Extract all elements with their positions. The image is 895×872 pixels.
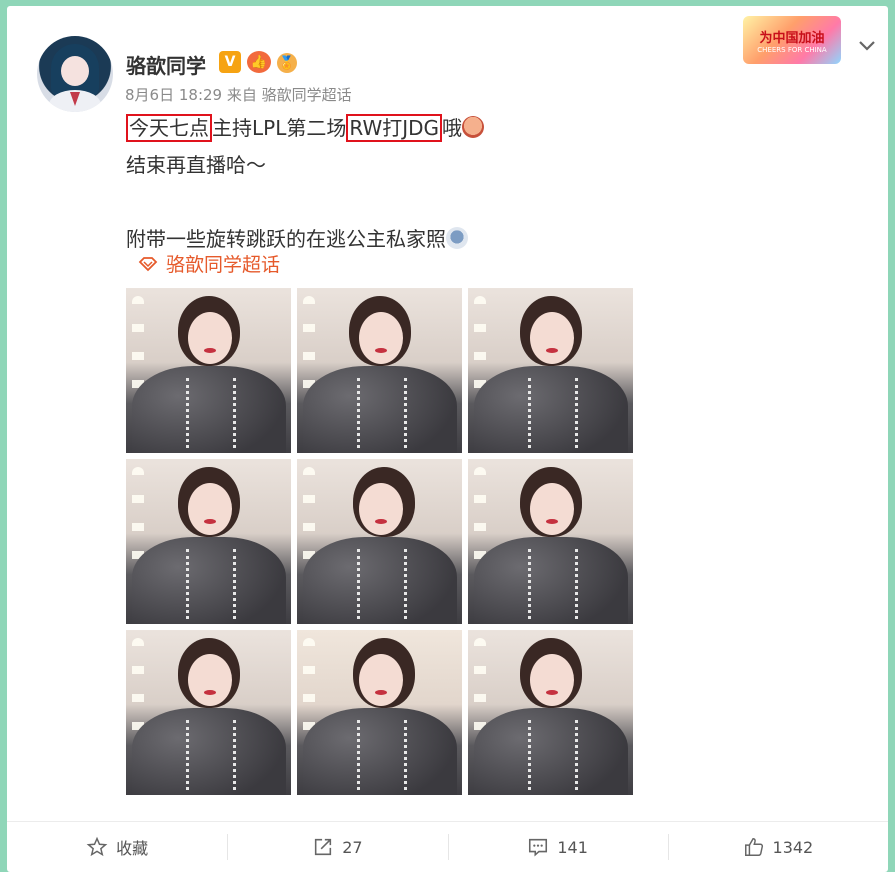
event-badge[interactable]: 为中国加油 CHEERS FOR CHINA — [743, 16, 841, 64]
repost-button[interactable]: 27 — [227, 822, 447, 872]
shy-emoji-icon — [462, 116, 485, 138]
rank-badge-icon[interactable]: 👍 — [247, 51, 271, 73]
diamond-topic-icon — [138, 256, 158, 271]
medal-badge-icon[interactable]: 🏅 — [277, 53, 297, 73]
photo-7[interactable] — [126, 630, 291, 795]
repost-icon — [315, 838, 332, 856]
post-text: 今天七点 主持LPL第二场 RW打JDG 哦 结束再直播哈～ 附带一些旋转跳跃的在逃公… — [126, 110, 485, 258]
photo-2[interactable] — [297, 288, 462, 453]
post-text-segment: 主持LPL第二场 — [212, 116, 347, 140]
post-line-2: 结束再直播哈～ — [126, 153, 266, 177]
comment-button[interactable]: 141 — [447, 822, 668, 872]
comment-icon — [529, 838, 548, 857]
photo-4[interactable] — [126, 459, 291, 624]
robot-emoji-icon — [446, 227, 468, 249]
post-source[interactable]: 来自 骆歆同学超话 — [227, 86, 352, 104]
star-icon — [86, 836, 108, 857]
topic-link[interactable]: 骆歆同学超话 — [138, 250, 280, 277]
post-line-1: 今天七点 主持LPL第二场 RW打JDG 哦 — [126, 110, 485, 147]
user-name[interactable]: 骆歆同学 — [126, 50, 206, 79]
repost-count: 27 — [342, 837, 363, 857]
verified-badge-icon[interactable]: V — [219, 51, 241, 73]
favorite-button[interactable]: 收藏 — [7, 822, 227, 872]
highlight-time: 今天七点 — [126, 114, 212, 142]
topic-label: 骆歆同学超话 — [166, 254, 281, 276]
event-badge-subtitle: CHEERS FOR CHINA — [757, 45, 827, 54]
weibo-post-card: 骆歆同学 V 👍 🏅 8月6日 18:29 来自 骆歆同学超话 为中国加油 CH… — [7, 6, 888, 872]
thumbs-up-icon — [744, 838, 763, 856]
photo-1[interactable] — [126, 288, 291, 453]
photo-5[interactable] — [297, 459, 462, 624]
photo-3[interactable] — [468, 288, 633, 453]
action-bar: 收藏 27 141 1342 — [7, 821, 888, 872]
post-text-segment: 哦 — [442, 116, 463, 140]
post-meta: 8月6日 18:29 来自 骆歆同学超话 — [125, 84, 352, 105]
photo-9[interactable] — [468, 630, 633, 795]
photo-6[interactable] — [468, 459, 633, 624]
highlight-match: RW打JDG — [346, 114, 443, 142]
like-count: 1342 — [772, 837, 814, 857]
comment-count: 141 — [557, 837, 588, 857]
favorite-label: 收藏 — [116, 839, 149, 858]
user-avatar[interactable] — [37, 36, 113, 112]
post-text-segment: 附带一些旋转跳跃的在逃公主私家照 — [126, 227, 446, 251]
photo-8[interactable] — [297, 630, 462, 795]
event-badge-title: 为中国加油 — [759, 30, 825, 46]
chevron-down-icon[interactable] — [855, 36, 879, 56]
photo-grid — [126, 288, 633, 795]
post-date[interactable]: 8月6日 18:29 — [125, 86, 222, 104]
like-button[interactable]: 1342 — [667, 822, 888, 872]
